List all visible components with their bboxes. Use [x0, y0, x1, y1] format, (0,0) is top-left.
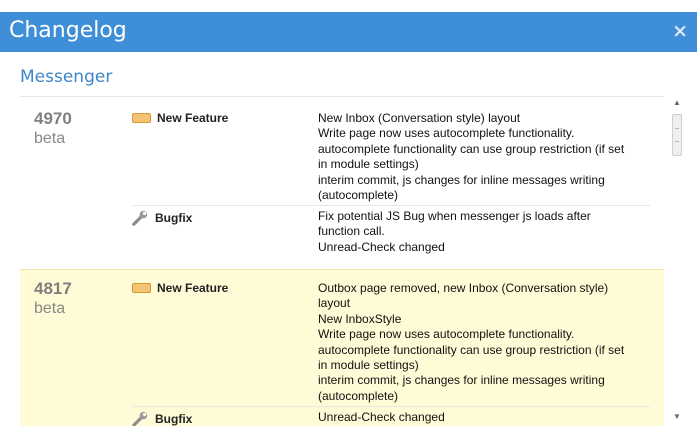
entry-text: Unread-Check changed — [318, 410, 648, 425]
entry-type-bugfix: Bugfix — [132, 209, 192, 226]
close-icon[interactable]: × — [672, 20, 688, 42]
new-badge-icon — [132, 283, 151, 293]
changelog-content: Messenger 4970 beta New Feature New Inbo… — [6, 52, 691, 426]
entry-line: (autocomplete) — [318, 388, 399, 403]
entry-line: Fix potential JS Bug when messenger js l… — [318, 209, 591, 223]
entry-line: New Inbox (Conversation style) layout — [318, 111, 521, 125]
entry-line: in module settings) — [318, 157, 419, 172]
entry-line: Write page now uses autocomplete functio… — [318, 327, 575, 342]
entry-line: Write page now uses autocomplete functio… — [318, 126, 575, 141]
entry-line: layout — [318, 296, 351, 311]
entry-line: (autocomplete) — [318, 188, 399, 203]
entry-type-label: New Feature — [157, 281, 229, 295]
window-title: Changelog — [9, 18, 127, 43]
wrench-icon — [132, 210, 148, 226]
entry-line: Outbox page removed, new Inbox (Conversa… — [318, 281, 609, 295]
entry-type-label: Bugfix — [155, 210, 193, 225]
new-badge-icon — [132, 113, 151, 123]
version-row: 4817 beta New Feature Outbox page remove… — [20, 269, 664, 426]
scrollbar-grip-icon — [675, 128, 679, 142]
entry-type-label: Bugfix — [155, 411, 193, 426]
version-row: 4970 beta New Feature New Inbox (Convers… — [20, 97, 664, 257]
version-channel: beta — [34, 130, 66, 147]
entry-separator — [132, 205, 650, 206]
changelog-list: 4970 beta New Feature New Inbox (Convers… — [20, 96, 664, 426]
entry-type-new-feature: New Feature — [132, 281, 228, 295]
entry-line: autocomplete functionality can use group… — [318, 342, 625, 357]
version-number: 4970 — [34, 109, 72, 128]
scrollbar-thumb[interactable] — [672, 114, 682, 156]
entry-line: interim commit, js changes for inline me… — [318, 172, 605, 187]
entry-type-new-feature: New Feature — [132, 111, 228, 125]
entry-line: New InboxStyle — [318, 311, 402, 326]
entry-line: in module settings) — [318, 358, 419, 373]
entry-type-label: New Feature — [157, 111, 229, 125]
entry-line: Unread-Check changed — [318, 410, 445, 424]
scroll-down-arrow-icon[interactable]: ▼ — [670, 412, 684, 424]
entry-line: Unread-Check changed — [318, 239, 445, 254]
entry-line: function call. — [318, 224, 385, 239]
title-bar: Changelog × — [0, 12, 697, 52]
entry-line: interim commit, js changes for inline me… — [318, 373, 605, 388]
entry-text: New Inbox (Conversation style) layout Wr… — [318, 111, 648, 203]
vertical-scrollbar[interactable]: ▲ ▼ — [670, 98, 684, 424]
wrench-icon — [132, 411, 148, 426]
entry-line: autocomplete functionality can use group… — [318, 141, 625, 156]
changelog-window: Changelog × Messenger 4970 beta New Feat… — [0, 0, 697, 426]
version-channel: beta — [34, 300, 66, 317]
entry-type-bugfix: Bugfix — [132, 410, 192, 426]
entry-text: Fix potential JS Bug when messenger js l… — [318, 209, 648, 255]
scroll-up-arrow-icon[interactable]: ▲ — [670, 98, 684, 110]
section-title: Messenger — [20, 67, 113, 87]
entry-separator — [132, 406, 650, 407]
entry-text: Outbox page removed, new Inbox (Conversa… — [318, 281, 648, 404]
version-number: 4817 — [34, 279, 72, 298]
